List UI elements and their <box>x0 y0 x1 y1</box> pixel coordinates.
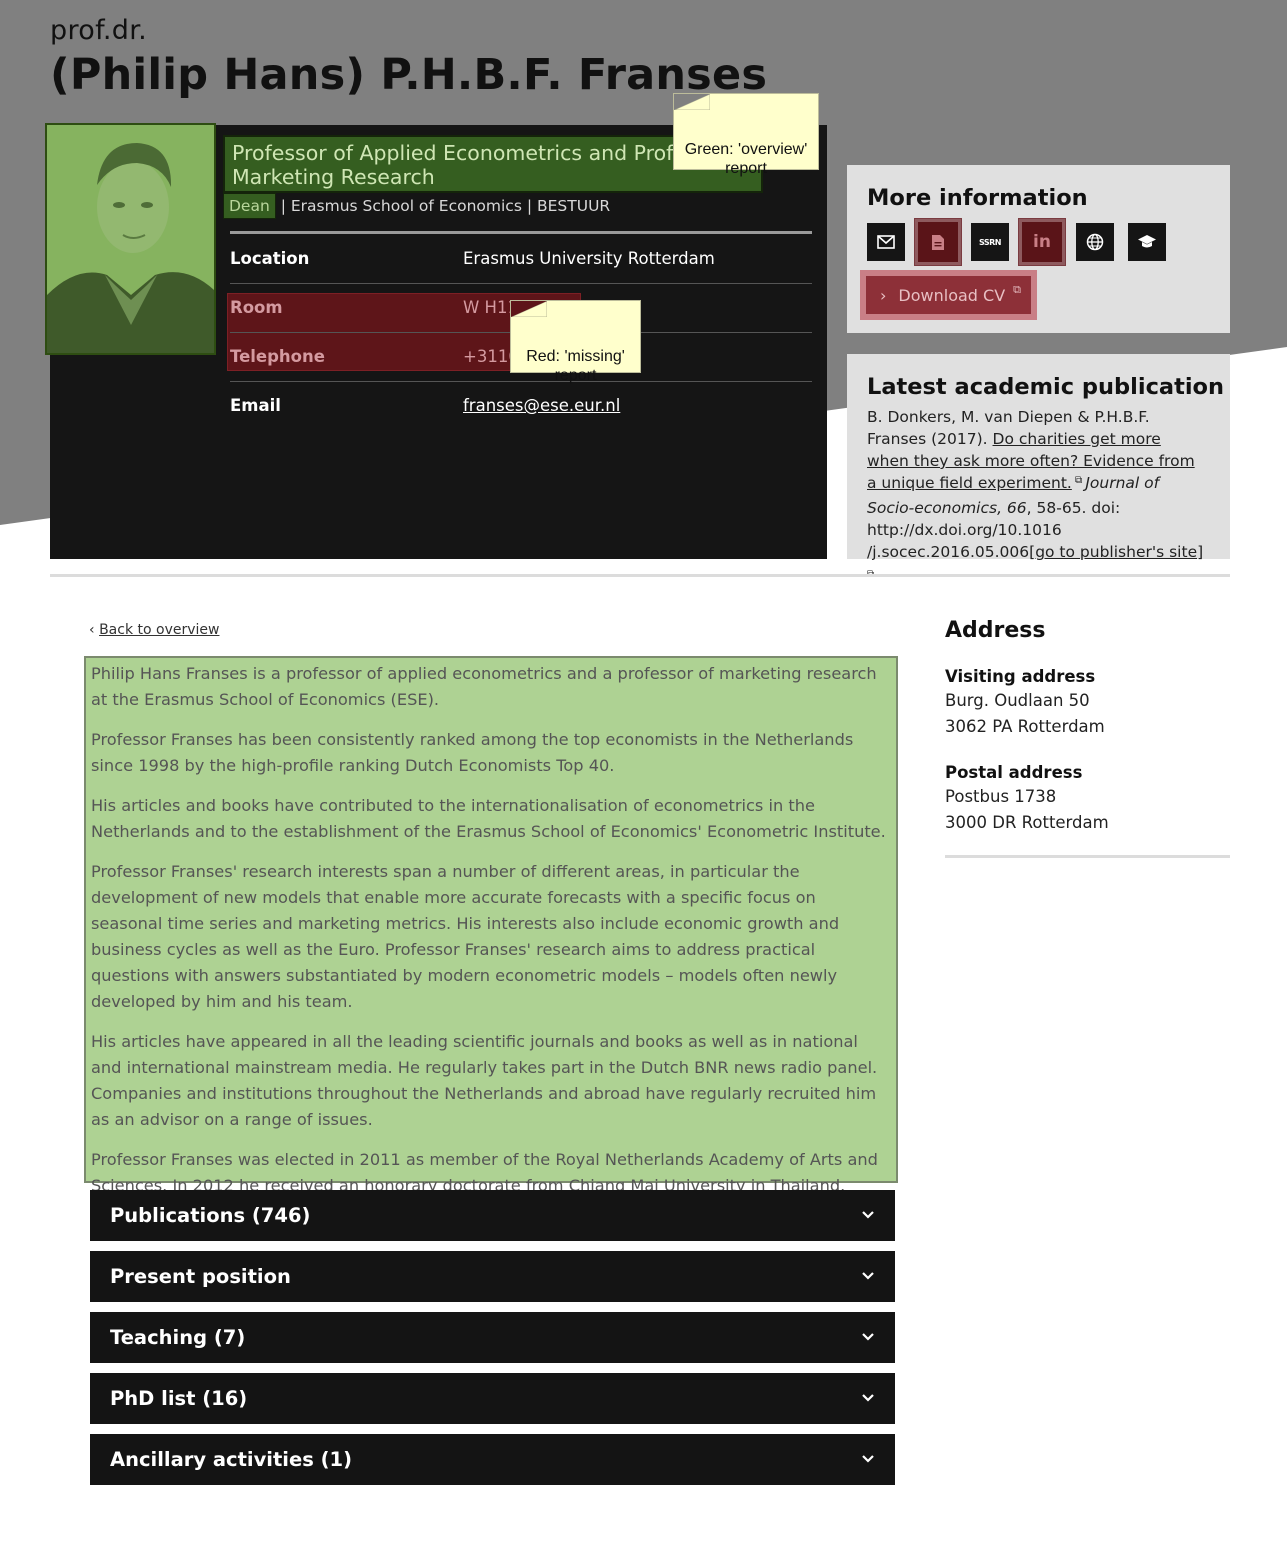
accordion-label: Present position <box>110 1265 291 1288</box>
linkedin-icon[interactable]: in <box>1019 219 1065 265</box>
accordion-ancillary-activities[interactable]: Ancillary activities (1) <box>90 1434 895 1485</box>
download-cv-button[interactable]: › Download CV ⧉ <box>860 270 1037 320</box>
overview-report-note: Green: 'overview' report <box>673 93 819 177</box>
room-label: Room <box>230 298 283 317</box>
chevron-down-icon <box>862 1272 874 1280</box>
profile-photo <box>45 123 216 355</box>
email-value: franses@ese.eur.nl <box>463 396 620 415</box>
profile-page: prof.dr. (Philip Hans) P.H.B.F. Franses … <box>0 0 1287 1568</box>
location-label: Location <box>230 249 310 268</box>
postal-address-line: Postbus 1738 <box>945 787 1057 806</box>
email-label: Email <box>230 396 281 415</box>
accordion-label: Publications (746) <box>110 1204 311 1227</box>
role-line: Dean | Erasmus School of Economics | BES… <box>223 193 610 219</box>
accordion-label: Ancillary activities (1) <box>110 1448 352 1471</box>
graduation-cap-icon[interactable] <box>1128 223 1166 261</box>
address-title: Address <box>945 618 1046 643</box>
bio-paragraph: His articles have appeared in all the le… <box>91 1032 878 1129</box>
back-to-overview[interactable]: ‹ Back to overview <box>89 622 219 638</box>
visiting-address-label: Visiting address <box>945 667 1096 686</box>
external-link-icon: ⧉ <box>1071 475 1086 486</box>
accordion-phd-list[interactable]: PhD list (16) <box>90 1373 895 1424</box>
row-divider <box>230 381 812 382</box>
section-separator <box>50 574 1230 577</box>
chevron-left-icon: ‹ <box>89 622 100 638</box>
missing-report-note: Red: 'missing' report <box>510 300 641 384</box>
document-icon[interactable] <box>915 219 961 265</box>
accordion-label: PhD list (16) <box>110 1387 248 1410</box>
bio-paragraph: Professor Franses' research interests sp… <box>91 862 840 1011</box>
accordion-teaching[interactable]: Teaching (7) <box>90 1312 895 1363</box>
download-cv-inner: › Download CV ⧉ <box>866 276 1031 314</box>
bio-paragraph: Professor Franses has been consistently … <box>91 730 854 775</box>
postal-address-label: Postal address <box>945 763 1083 782</box>
telephone-label: Telephone <box>230 347 325 366</box>
accordion-publications[interactable]: Publications (746) <box>90 1190 895 1241</box>
publication-citation: B. Donkers, M. van Diepen & P.H.B.F. Fra… <box>867 406 1207 591</box>
ssrn-icon[interactable]: SSRN <box>971 223 1009 261</box>
accordion-present-position[interactable]: Present position <box>90 1251 895 1302</box>
chevron-down-icon <box>862 1333 874 1341</box>
postal-address-line: 3000 DR Rotterdam <box>945 813 1109 832</box>
address-divider <box>945 855 1230 858</box>
accordion-label: Teaching (7) <box>110 1326 246 1349</box>
globe-icon[interactable] <box>1076 223 1114 261</box>
location-value: Erasmus University Rotterdam <box>463 249 715 268</box>
mail-icon[interactable] <box>867 223 905 261</box>
card-divider <box>230 231 812 234</box>
chevron-right-icon: › <box>880 285 887 305</box>
external-link-icon: ⧉ <box>1013 283 1021 296</box>
email-link[interactable]: franses@ese.eur.nl <box>463 396 620 415</box>
latest-publication-title: Latest academic publication <box>867 374 1225 400</box>
visiting-address-line: 3062 PA Rotterdam <box>945 717 1105 736</box>
affiliation: | Erasmus School of Economics | BESTUUR <box>280 197 611 215</box>
more-information-title: More information <box>867 185 1088 211</box>
academic-title-prefix: prof.dr. <box>50 15 148 46</box>
download-cv-label: Download CV <box>898 285 1006 305</box>
role-badge: Dean <box>223 193 276 219</box>
visiting-address-line: Burg. Oudlaan 50 <box>945 691 1090 710</box>
chevron-down-icon <box>862 1394 874 1402</box>
bio-paragraph: Philip Hans Franses is a professor of ap… <box>91 664 877 709</box>
page-title: (Philip Hans) P.H.B.F. Franses <box>50 50 768 100</box>
biography: Philip Hans Franses is a professor of ap… <box>84 656 898 1195</box>
publisher-site-link[interactable]: [go to publisher's site] <box>1029 543 1203 561</box>
back-to-overview-label[interactable]: Back to overview <box>99 622 219 638</box>
chevron-down-icon <box>862 1211 874 1219</box>
row-divider <box>230 283 812 284</box>
bio-paragraph: His articles and books have contributed … <box>91 796 886 841</box>
chevron-down-icon <box>862 1455 874 1463</box>
